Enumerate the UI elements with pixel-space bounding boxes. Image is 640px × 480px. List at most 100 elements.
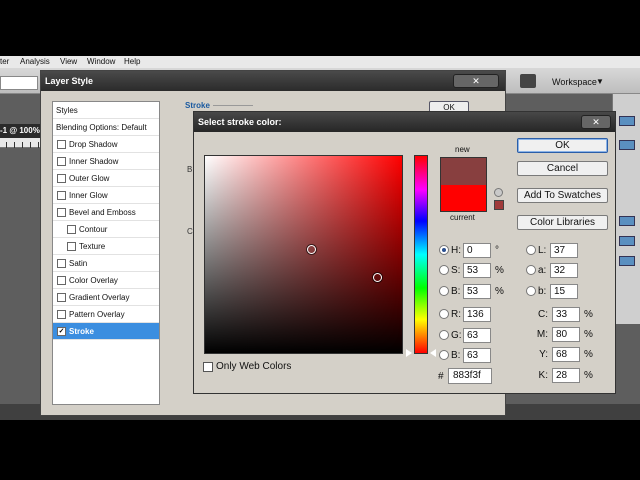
hue-slider-handle-right[interactable] [430,349,436,357]
lab-a-input[interactable]: 32 [550,262,578,278]
lab-a-field[interactable]: a: 32 [526,262,578,278]
style-label: Stroke [69,326,94,336]
saturation-brightness-field[interactable] [204,155,403,354]
document-tab[interactable]: -1 @ 100% [0,124,44,138]
menu-filter[interactable]: ter [0,57,9,66]
checkbox[interactable] [57,190,66,200]
blue-field[interactable]: B: 63 [439,347,491,363]
style-item-outer-glow[interactable]: Outer Glow [53,170,159,187]
hex-input[interactable]: 883f3f [448,368,492,384]
lab-a-radio[interactable] [526,265,536,275]
magenta-field[interactable]: M: 80 % [530,326,593,342]
style-item-satin[interactable]: Satin [53,255,159,272]
panel-icon[interactable] [619,116,635,126]
panel-icon[interactable] [619,140,635,150]
close-button[interactable]: ✕ [581,115,611,129]
add-to-swatches-button[interactable]: Add To Swatches [517,188,608,203]
hue-slider-handle-left[interactable] [406,349,412,357]
style-item-pattern-overlay[interactable]: Pattern Overlay [53,306,159,323]
color-libraries-button[interactable]: Color Libraries [517,215,608,230]
saturation-input[interactable]: 53 [463,262,491,278]
yellow-field[interactable]: Y: 68 % [530,346,593,362]
checkbox[interactable] [57,139,66,149]
alert-cube-icon[interactable] [494,188,503,197]
color-target-circle[interactable] [307,245,316,254]
brightness-field[interactable]: B: 53 % [439,283,504,299]
red-radio[interactable] [439,309,449,319]
panel-icon[interactable] [619,256,635,266]
ok-button[interactable]: OK [517,138,608,153]
checkbox[interactable] [67,224,76,234]
menu-view[interactable]: View [60,57,77,66]
menu-help[interactable]: Help [124,57,140,66]
saturation-field[interactable]: S: 53 % [439,262,504,278]
blue-radio[interactable] [439,350,449,360]
panel-icon[interactable] [619,236,635,246]
styles-header[interactable]: Styles [53,102,159,119]
blending-options-item[interactable]: Blending Options: Default [53,119,159,136]
cyan-field[interactable]: C: 33 % [530,306,593,322]
workspace-menu[interactable]: Workspace [552,77,597,87]
yellow-input[interactable]: 68 [552,346,580,362]
only-web-colors-option[interactable]: Only Web Colors [203,361,291,372]
lab-l-field[interactable]: L: 37 [526,242,578,258]
checkbox[interactable] [57,258,66,268]
green-field[interactable]: G: 63 [439,327,491,343]
style-item-gradient-overlay[interactable]: Gradient Overlay [53,289,159,306]
menu-analysis[interactable]: Analysis [20,57,50,66]
current-color-swatch[interactable] [441,184,486,211]
magenta-input[interactable]: 80 [552,326,580,342]
options-field[interactable] [0,76,38,90]
workspace-icon[interactable] [520,74,536,88]
checkbox-checked[interactable]: ✓ [57,326,66,336]
red-input[interactable]: 136 [463,306,491,322]
style-item-contour[interactable]: Contour [53,221,159,238]
style-item-texture[interactable]: Texture [53,238,159,255]
blue-input[interactable]: 63 [463,347,491,363]
hue-radio[interactable] [439,245,449,255]
style-item-color-overlay[interactable]: Color Overlay [53,272,159,289]
blue-label: B: [451,349,461,361]
chevron-down-icon[interactable]: ▼ [596,77,604,86]
checkbox[interactable] [203,361,213,372]
lab-b-radio[interactable] [526,286,536,296]
style-item-inner-shadow[interactable]: Inner Shadow [53,153,159,170]
checkbox[interactable] [57,275,66,285]
cyan-input[interactable]: 33 [552,306,580,322]
lab-l-input[interactable]: 37 [550,242,578,258]
style-item-inner-glow[interactable]: Inner Glow [53,187,159,204]
style-item-bevel-emboss[interactable]: Bevel and Emboss [53,204,159,221]
menu-window[interactable]: Window [87,57,115,66]
checkbox[interactable] [57,207,66,217]
panel-icon[interactable] [619,216,635,226]
cancel-button[interactable]: Cancel [517,161,608,176]
black-input[interactable]: 28 [552,367,580,383]
blending-options-label: Blending Options: Default [56,122,147,132]
checkbox[interactable] [67,241,76,251]
style-item-drop-shadow[interactable]: Drop Shadow [53,136,159,153]
checkbox[interactable] [57,292,66,302]
red-field[interactable]: R: 136 [439,306,491,322]
lab-b-input[interactable]: 15 [550,283,578,299]
hue-field[interactable]: H: 0 ° [439,242,499,258]
gamut-color-swatch[interactable] [494,200,504,210]
color-sample-circle[interactable] [373,273,382,282]
checkbox[interactable] [57,156,66,166]
checkbox[interactable] [57,173,66,183]
style-item-stroke[interactable]: ✓ Stroke [53,323,159,340]
saturation-radio[interactable] [439,265,449,275]
lab-b-field[interactable]: b: 15 [526,283,578,299]
hue-input[interactable]: 0 [463,242,491,258]
right-panel-dock [612,94,640,324]
hue-slider[interactable] [414,155,428,354]
brightness-radio[interactable] [439,286,449,296]
checkbox[interactable] [57,309,66,319]
black-field[interactable]: K: 28 % [530,367,593,383]
brightness-input[interactable]: 53 [463,283,491,299]
close-button[interactable]: ✕ [453,74,499,88]
screen: ter Analysis View Window Help Workspace … [0,0,640,480]
black-unit: % [584,369,593,381]
green-input[interactable]: 63 [463,327,491,343]
green-radio[interactable] [439,330,449,340]
lab-l-radio[interactable] [526,245,536,255]
